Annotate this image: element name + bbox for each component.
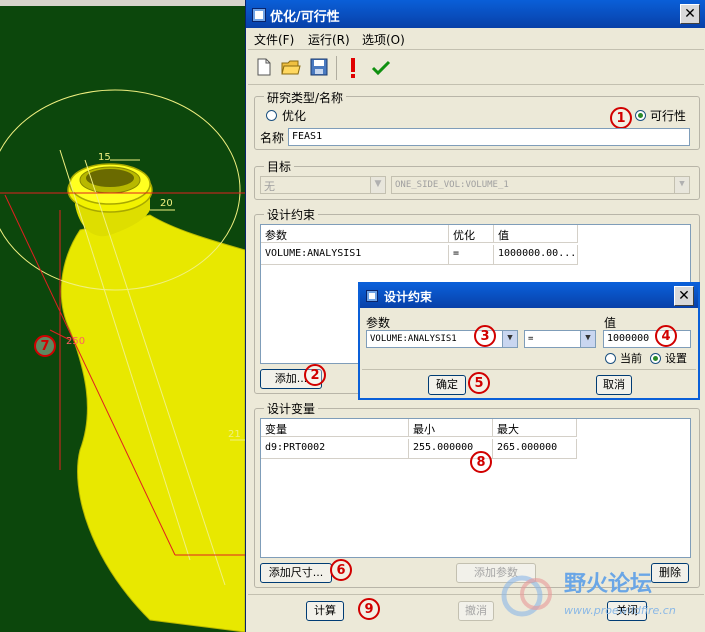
radio-optimize[interactable]	[266, 110, 277, 121]
name-label: 名称	[260, 131, 285, 145]
radio-set-label: 设置	[665, 352, 687, 365]
radio-set[interactable]	[650, 353, 661, 364]
ok-button[interactable]: 确定	[428, 375, 466, 395]
column-header-optimize[interactable]: 优化	[449, 225, 494, 243]
radio-current[interactable]	[605, 353, 616, 364]
chevron-down-icon: ▼	[370, 177, 385, 193]
marker-2: 2	[304, 364, 326, 386]
radio-feasibility[interactable]	[635, 110, 646, 121]
dialog-title: 优化/可行性	[270, 10, 340, 25]
watermark-text: 野火论坛	[564, 571, 653, 597]
radio-feasibility-label: 可行性	[650, 109, 687, 123]
save-icon[interactable]	[310, 58, 328, 76]
compute-button[interactable]: 计算	[306, 601, 344, 621]
new-file-icon[interactable]	[256, 58, 272, 76]
add-dimension-button[interactable]: 添加尺寸...	[260, 563, 332, 583]
menu-divider	[248, 49, 704, 50]
dimension-label-height: 20	[160, 198, 173, 209]
toolbar-separator	[336, 56, 337, 80]
marker-3: 3	[474, 325, 496, 347]
subdialog-title: 设计约束	[384, 290, 433, 304]
table-row-value[interactable]: 1000000.00...	[494, 245, 578, 265]
bottle-model	[0, 89, 245, 632]
goal-measure-value: ONE_SIDE_VOL:VOLUME_1	[395, 180, 509, 190]
menu-run[interactable]: 运行(R)	[308, 31, 350, 48]
goal-measure-select: ONE_SIDE_VOL:VOLUME_1 ▼	[391, 176, 690, 194]
cancel-button[interactable]: 取消	[596, 375, 632, 395]
dialog-titlebar[interactable]: 优化/可行性 ✕	[246, 0, 705, 28]
window-icon	[366, 290, 378, 302]
goal-select: 无 ▼	[260, 176, 386, 194]
checkmark-icon[interactable]	[371, 60, 391, 76]
param-label: 参数	[366, 316, 391, 330]
dimension-label-250[interactable]: 250	[66, 336, 85, 347]
table-row-op[interactable]: =	[449, 245, 494, 265]
name-input[interactable]: FEAS1	[288, 128, 690, 146]
menu-file[interactable]: 文件(F)	[254, 31, 294, 48]
variables-group-label: 设计变量	[264, 400, 319, 417]
value-input[interactable]: 1000000	[603, 330, 691, 348]
delete-button[interactable]: 删除	[651, 563, 689, 583]
subdialog-titlebar[interactable]: 设计约束 ✕	[360, 284, 698, 308]
marker-5: 5	[468, 372, 490, 394]
value-label: 值	[604, 316, 617, 330]
marker-7: 7	[34, 335, 56, 357]
exclamation-icon[interactable]	[348, 57, 358, 79]
operator-select[interactable]: = ▼	[524, 330, 596, 348]
operator-select-value: =	[528, 334, 534, 344]
design-constraint-dialog: 设计约束 ✕ 参数 值 VOLUME:ANALYSIS1 ▼ 3 = ▼ 100…	[358, 282, 700, 400]
radio-optimize-label: 优化	[282, 109, 307, 123]
subdialog-divider	[362, 369, 696, 370]
marker-9: 9	[358, 598, 380, 620]
open-folder-icon[interactable]	[281, 58, 301, 76]
marker-8: 8	[470, 451, 492, 473]
column-header-param[interactable]: 参数	[261, 225, 449, 243]
menu-options[interactable]: 选项(O)	[362, 31, 405, 48]
close-icon[interactable]: ✕	[680, 4, 700, 24]
marker-6: 6	[330, 559, 352, 581]
undo-button: 撤消	[458, 601, 494, 621]
goal-select-value: 无	[264, 180, 275, 193]
chevron-down-icon[interactable]: ▼	[580, 331, 595, 347]
table-row-max[interactable]: 265.000000	[493, 439, 577, 459]
window-icon	[252, 8, 266, 22]
cad-viewport[interactable]: 15 20 21 250 7	[0, 0, 245, 632]
column-header-variable[interactable]: 变量	[261, 419, 409, 437]
dimension-label-diameter: 15	[98, 152, 111, 163]
constraints-group-label: 设计约束	[264, 206, 319, 223]
variables-table[interactable]: 变量 最小 最大 d9:PRT0002 255.000000 265.00000…	[260, 418, 691, 558]
study-group-label: 研究类型/名称	[264, 89, 347, 106]
chevron-down-icon: ▼	[674, 177, 689, 193]
marker-1: 1	[610, 107, 632, 129]
param-select-value: VOLUME:ANALYSIS1	[370, 334, 457, 344]
chevron-down-icon[interactable]: ▼	[502, 331, 517, 347]
goal-group-label: 目标	[264, 158, 295, 175]
table-row-variable[interactable]: d9:PRT0002	[261, 439, 409, 459]
marker-4: 4	[655, 325, 677, 347]
dimension-label-side: 21	[228, 429, 241, 440]
radio-current-label: 当前	[620, 352, 642, 365]
watermark-logo	[501, 575, 552, 617]
column-header-min[interactable]: 最小	[409, 419, 493, 437]
table-row-param[interactable]: VOLUME:ANALYSIS1	[261, 245, 449, 265]
close-icon[interactable]: ✕	[674, 286, 694, 306]
column-header-value[interactable]: 值	[494, 225, 578, 243]
column-header-max[interactable]: 最大	[493, 419, 577, 437]
toolbar-divider	[248, 84, 704, 85]
watermark-url: www.proewildfire.cn	[564, 604, 676, 617]
